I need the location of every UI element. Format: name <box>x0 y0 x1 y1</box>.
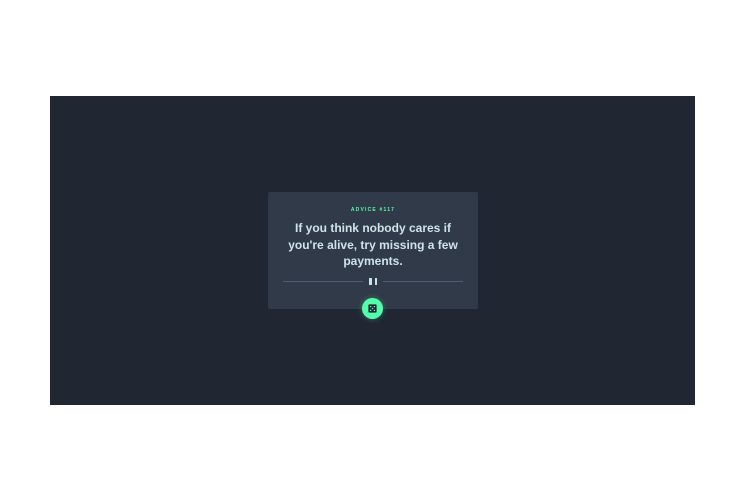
divider-line-right <box>383 281 463 282</box>
pattern-divider <box>283 277 463 286</box>
dice-icon <box>368 304 377 313</box>
advice-card: ADVICE #117 If you think nobody cares if… <box>268 192 478 309</box>
new-advice-dice-button[interactable] <box>362 298 383 319</box>
pause-icon <box>369 278 377 285</box>
advice-number-label: ADVICE #117 <box>350 207 396 213</box>
advice-quote: If you think nobody cares if you're aliv… <box>288 221 458 268</box>
app-viewport: ADVICE #117 If you think nobody cares if… <box>50 96 695 405</box>
divider-line-left <box>283 281 363 282</box>
